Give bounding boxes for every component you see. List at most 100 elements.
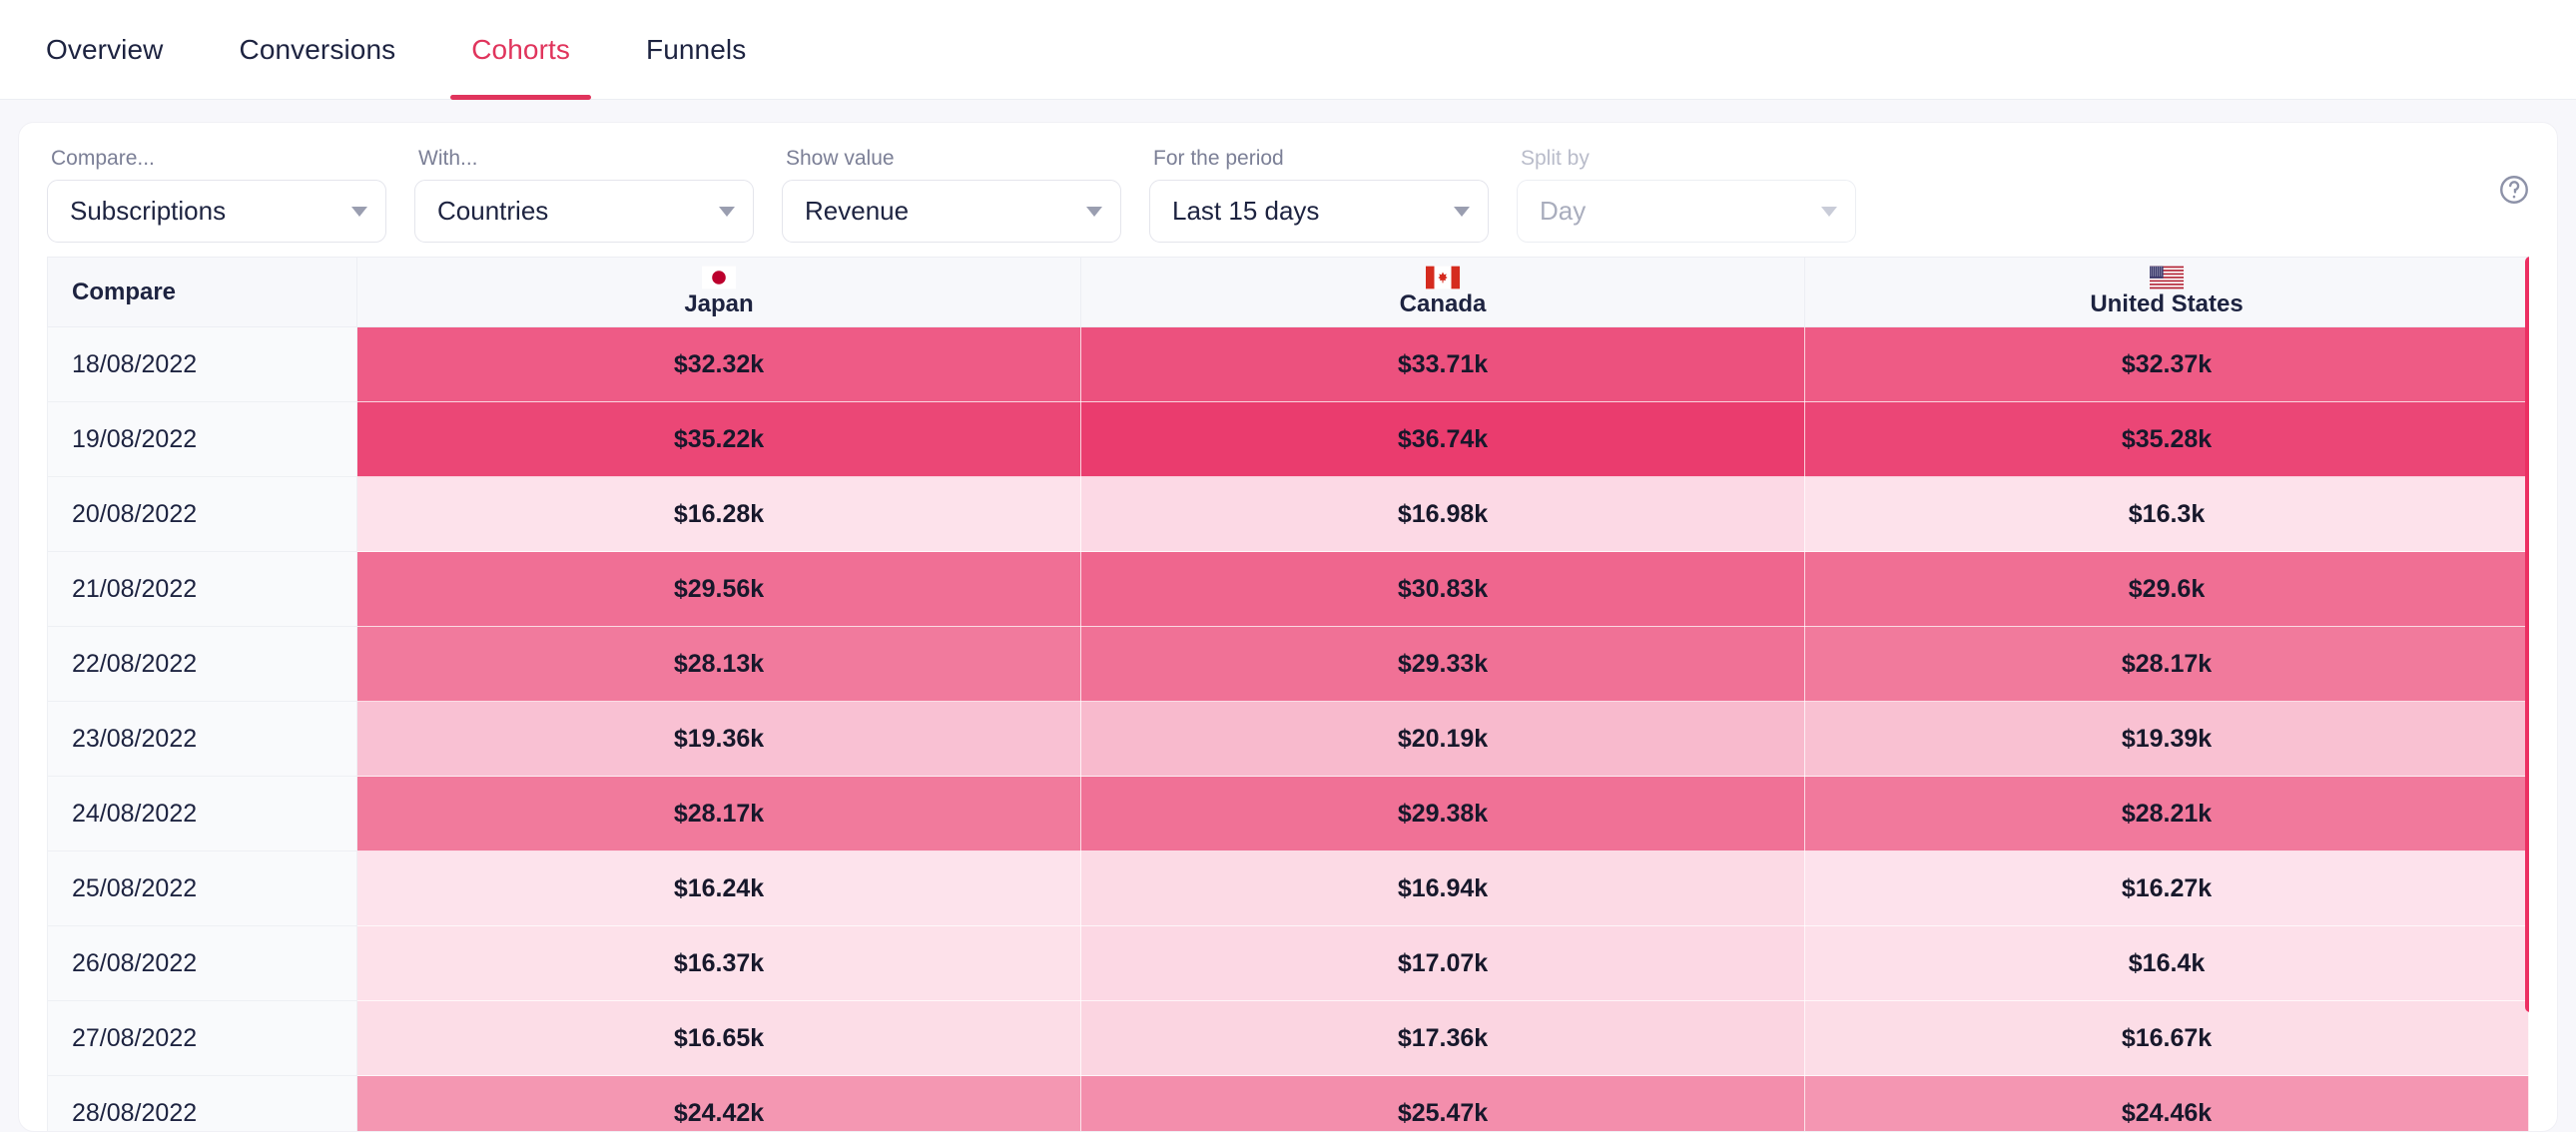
heatmap-cell[interactable]: $32.32k <box>356 326 1081 402</box>
heatmap-cell[interactable]: $29.38k <box>1080 776 1805 851</box>
table-row: 23/08/2022 $19.36k $20.19k $19.39k <box>47 701 2529 777</box>
table-header-row: Compare Japan Canada United States <box>47 257 2529 327</box>
filter-with: With... Countries <box>414 147 754 243</box>
filter-label-show-value: Show value <box>786 147 895 170</box>
heatmap-cell[interactable]: $16.28k <box>356 476 1081 552</box>
heatmap-cell[interactable]: $29.56k <box>356 551 1081 627</box>
filter-label-compare: Compare... <box>51 147 155 170</box>
row-label-date: 27/08/2022 <box>47 1000 357 1076</box>
tab-cohorts[interactable]: Cohorts <box>433 0 608 100</box>
row-label-date: 24/08/2022 <box>47 776 357 851</box>
heatmap-cell[interactable]: $16.67k <box>1804 1000 2529 1076</box>
row-label-date: 19/08/2022 <box>47 401 357 477</box>
heatmap-cell[interactable]: $17.07k <box>1080 925 1805 1001</box>
heatmap-cell[interactable]: $32.37k <box>1804 326 2529 402</box>
heatmap-cell[interactable]: $16.3k <box>1804 476 2529 552</box>
row-label-date: 22/08/2022 <box>47 626 357 702</box>
table-row: 28/08/2022 $24.42k $25.47k $24.46k <box>47 1075 2529 1131</box>
table-row: 26/08/2022 $16.37k $17.07k $16.4k <box>47 925 2529 1001</box>
tab-funnels[interactable]: Funnels <box>608 0 784 100</box>
heatmap-cell[interactable]: $35.22k <box>356 401 1081 477</box>
table-row: 22/08/2022 $28.13k $29.33k $28.17k <box>47 626 2529 702</box>
column-header-japan: Japan <box>356 257 1081 327</box>
table-row: 21/08/2022 $29.56k $30.83k $29.6k <box>47 551 2529 627</box>
select-with[interactable]: Countries <box>414 180 754 243</box>
table-row: 18/08/2022 $32.32k $33.71k $32.37k <box>47 326 2529 402</box>
tab-label: Funnels <box>645 34 747 65</box>
heatmap-cell[interactable]: $16.65k <box>356 1000 1081 1076</box>
us-flag-icon <box>2150 266 2184 289</box>
row-label-date: 21/08/2022 <box>47 551 357 627</box>
select-period[interactable]: Last 15 days <box>1149 180 1489 243</box>
heatmap-cell[interactable]: $25.47k <box>1080 1075 1805 1131</box>
tab-bar: Overview Conversions Cohorts Funnels <box>0 0 2576 100</box>
heatmap-cell[interactable]: $29.33k <box>1080 626 1805 702</box>
tab-label: Overview <box>46 34 164 65</box>
heatmap-cell[interactable]: $28.13k <box>356 626 1081 702</box>
select-value: Countries <box>437 196 549 226</box>
heatmap-cell[interactable]: $16.37k <box>356 925 1081 1001</box>
heatmap-cell[interactable]: $16.4k <box>1804 925 2529 1001</box>
row-label-date: 20/08/2022 <box>47 476 357 552</box>
select-value: Revenue <box>805 196 910 226</box>
column-header-compare: Compare <box>47 257 357 327</box>
filter-compare: Compare... Subscriptions <box>47 147 386 243</box>
filter-split-by: Split by Day <box>1517 147 1856 243</box>
page-body: Compare... Subscriptions With... Countries S… <box>0 100 2576 1132</box>
table-row: 20/08/2022 $16.28k $16.98k $16.3k <box>47 476 2529 552</box>
heatmap-cell[interactable]: $19.39k <box>1804 701 2529 777</box>
filter-label-with: With... <box>418 147 478 170</box>
tab-conversions[interactable]: Conversions <box>202 0 434 100</box>
heatmap-cell[interactable]: $16.98k <box>1080 476 1805 552</box>
column-header-label: Canada <box>1399 290 1487 318</box>
heatmap-cell[interactable]: $16.94k <box>1080 850 1805 926</box>
table-row: 25/08/2022 $16.24k $16.94k $16.27k <box>47 850 2529 926</box>
heatmap-cell[interactable]: $28.17k <box>356 776 1081 851</box>
heatmap-cell[interactable]: $24.42k <box>356 1075 1081 1131</box>
cohorts-table-scroll-area: Compare Japan Canada United States 18/08/20… <box>47 257 2529 1131</box>
select-value: Last 15 days <box>1172 196 1320 226</box>
heatmap-cell[interactable]: $30.83k <box>1080 551 1805 627</box>
heatmap-cell[interactable]: $24.46k <box>1804 1075 2529 1131</box>
filter-bar: Compare... Subscriptions With... Countries S… <box>19 123 2557 257</box>
select-value: Subscriptions <box>70 196 227 226</box>
chevron-down-icon <box>1821 206 1837 217</box>
column-header-label: United States <box>2090 290 2244 318</box>
filter-label-split-by: Split by <box>1521 147 1590 170</box>
heatmap-cell[interactable]: $16.24k <box>356 850 1081 926</box>
filter-label-period: For the period <box>1153 147 1284 170</box>
heatmap-cell[interactable]: $28.21k <box>1804 776 2529 851</box>
column-header-united-states: United States <box>1804 257 2529 327</box>
heatmap-cell[interactable]: $17.36k <box>1080 1000 1805 1076</box>
table-row: 27/08/2022 $16.65k $17.36k $16.67k <box>47 1000 2529 1076</box>
tab-label: Cohorts <box>471 34 570 65</box>
row-label-date: 26/08/2022 <box>47 925 357 1001</box>
jp-flag-icon <box>702 266 736 289</box>
row-label-date: 28/08/2022 <box>47 1075 357 1131</box>
vertical-scrollbar-thumb[interactable] <box>2525 257 2529 1012</box>
cohorts-card: Compare... Subscriptions With... Countries S… <box>18 122 2558 1132</box>
select-show-value[interactable]: Revenue <box>782 180 1121 243</box>
chevron-down-icon <box>719 206 735 217</box>
table-header: Compare Japan Canada United States <box>47 257 2529 327</box>
vertical-scrollbar-track[interactable] <box>2525 257 2529 1131</box>
row-label-date: 25/08/2022 <box>47 850 357 926</box>
select-compare[interactable]: Subscriptions <box>47 180 386 243</box>
heatmap-cell[interactable]: $19.36k <box>356 701 1081 777</box>
heatmap-cell[interactable]: $35.28k <box>1804 401 2529 477</box>
chevron-down-icon <box>1086 206 1102 217</box>
heatmap-cell[interactable]: $28.17k <box>1804 626 2529 702</box>
row-label-date: 18/08/2022 <box>47 326 357 402</box>
heatmap-cell[interactable]: $33.71k <box>1080 326 1805 402</box>
table-body: 18/08/2022 $32.32k $33.71k $32.37k 19/08/202… <box>47 326 2529 1131</box>
heatmap-cell[interactable]: $29.6k <box>1804 551 2529 627</box>
help-circle-icon[interactable] <box>2497 173 2531 207</box>
tab-overview[interactable]: Overview <box>8 0 202 100</box>
row-label-date: 23/08/2022 <box>47 701 357 777</box>
column-header-label: Japan <box>684 290 754 318</box>
select-split-by: Day <box>1517 180 1856 243</box>
chevron-down-icon <box>1454 206 1470 217</box>
heatmap-cell[interactable]: $16.27k <box>1804 850 2529 926</box>
heatmap-cell[interactable]: $20.19k <box>1080 701 1805 777</box>
heatmap-cell[interactable]: $36.74k <box>1080 401 1805 477</box>
